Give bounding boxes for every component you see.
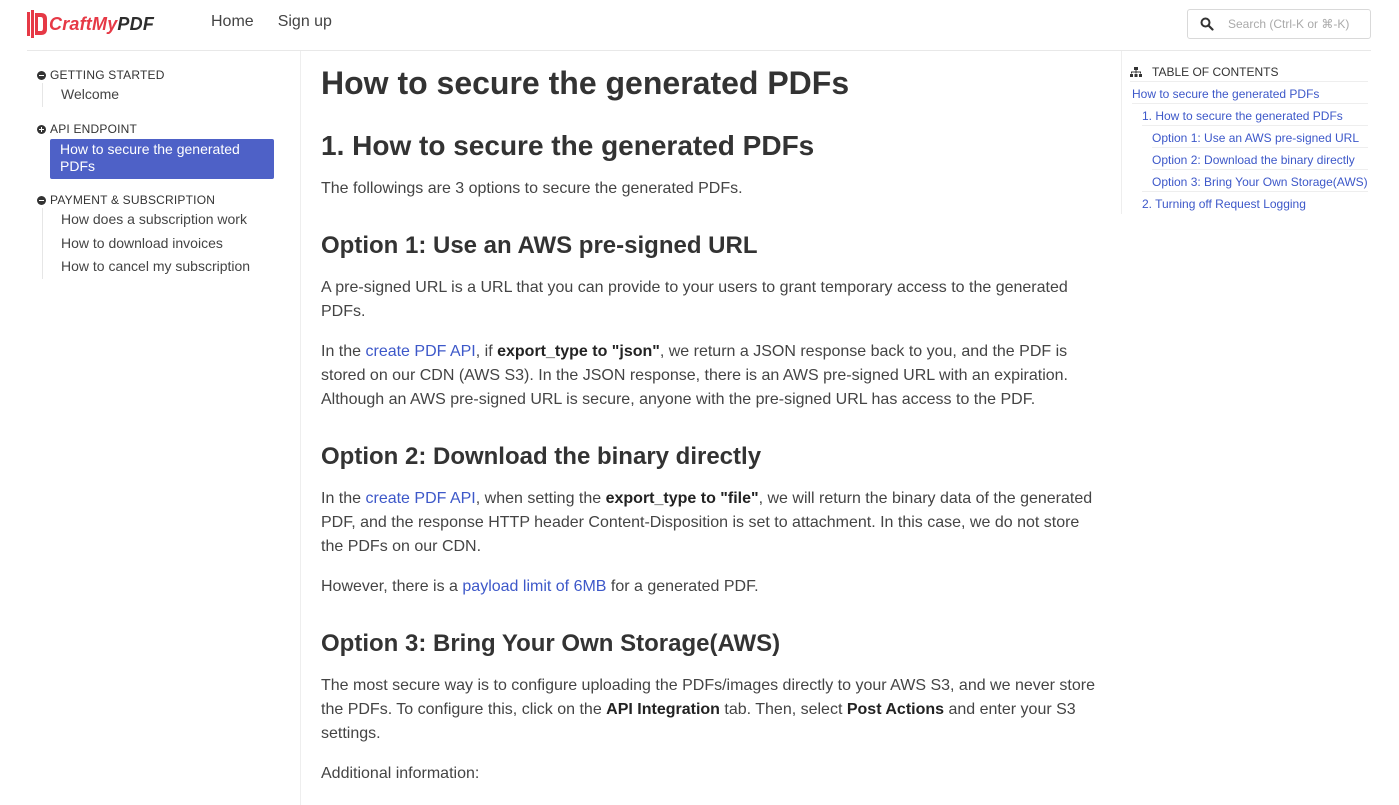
sitemap-icon [1130,66,1142,77]
create-pdf-api-link[interactable]: create PDF API [365,343,475,360]
sidebar-item-cancel-subscription[interactable]: How to cancel my subscription [43,255,250,279]
minus-circle-icon [37,195,46,205]
sidebar-section-items: How does a subscription work How to down… [42,208,250,279]
toc-item-option-2[interactable]: Option 2: Download the binary directly [1152,153,1355,167]
main-nav: Home Sign up [211,13,332,31]
toc-divider [1132,103,1368,104]
option3-paragraph-1: The most secure way is to configure uplo… [321,677,1095,742]
toc-item-section-2[interactable]: 2. Turning off Request Logging [1142,197,1306,211]
sidebar-section-title: GETTING STARTED [50,68,165,82]
create-pdf-api-link[interactable]: create PDF API [365,490,475,507]
option2-heading: Option 2: Download the binary directly [321,443,762,470]
option3-paragraph-2: Additional information: [321,765,480,782]
search-icon [1200,17,1214,31]
sidebar-item-download-invoices[interactable]: How to download invoices [43,232,250,256]
toc-item-option-1[interactable]: Option 1: Use an AWS pre-signed URL [1152,131,1359,145]
plus-circle-icon [37,124,46,134]
option1-heading: Option 1: Use an AWS pre-signed URL [321,232,758,259]
sidebar-section-api-endpoint[interactable]: API ENDPOINT [37,122,137,136]
top-header: CraftMyPDF Home Sign up [0,0,1399,50]
sidebar-section-getting-started[interactable]: GETTING STARTED [37,68,165,82]
page-title: How to secure the generated PDFs [321,65,850,101]
sidebar-section-items: How to secure the generated PDFs [42,139,274,179]
toc-divider [1142,125,1368,126]
toc-divider [1152,169,1368,170]
option2-paragraph-1: In the create PDF API, when setting the … [321,490,1093,555]
payload-limit-link[interactable]: payload limit of 6MB [462,578,606,595]
option1-paragraph-1: A pre-signed URL is a URL that you can p… [321,279,1068,320]
toc-item-title[interactable]: How to secure the generated PDFs [1132,87,1319,101]
toc-item-option-3[interactable]: Option 3: Bring Your Own Storage(AWS) [1152,175,1368,189]
section-heading: 1. How to secure the generated PDFs [321,130,815,161]
toc-divider [1152,147,1368,148]
sidebar-section-payment[interactable]: PAYMENT & SUBSCRIPTION [37,193,215,207]
sidebar-item-welcome[interactable]: Welcome [43,83,119,107]
sidebar-section-items: Welcome [42,83,119,107]
logo-text: CraftMyPDF [49,13,155,34]
toc-item-section-1[interactable]: 1. How to secure the generated PDFs [1142,109,1343,123]
toc-divider [1130,81,1368,82]
search-input[interactable] [1228,17,1358,31]
nav-home-link[interactable]: Home [211,13,254,31]
option3-heading: Option 3: Bring Your Own Storage(AWS) [321,630,781,657]
minus-circle-icon [37,70,46,80]
logo-mark-icon [27,10,47,38]
table-of-contents: TABLE OF CONTENTS How to secure the gene… [1121,51,1371,214]
search-box[interactable] [1187,9,1371,39]
toc-divider [1142,191,1368,192]
intro-paragraph: The followings are 3 options to secure t… [321,180,743,197]
sidebar-section-title: PAYMENT & SUBSCRIPTION [50,193,216,207]
nav-signup-link[interactable]: Sign up [278,13,332,31]
toc-title: TABLE OF CONTENTS [1130,65,1278,79]
craftmypdf-logo[interactable]: CraftMyPDF [27,9,154,39]
sidebar-item-subscription-work[interactable]: How does a subscription work [43,208,250,232]
sidebar-item-secure-pdfs[interactable]: How to secure the generated PDFs [50,139,274,179]
sidebar-section-title: API ENDPOINT [50,122,138,136]
option2-paragraph-2: However, there is a payload limit of 6MB… [321,578,759,595]
option1-paragraph-2: In the create PDF API, if export_type to… [321,343,1068,408]
docs-sidebar: GETTING STARTED Welcome API ENDPOINT How… [27,51,301,805]
